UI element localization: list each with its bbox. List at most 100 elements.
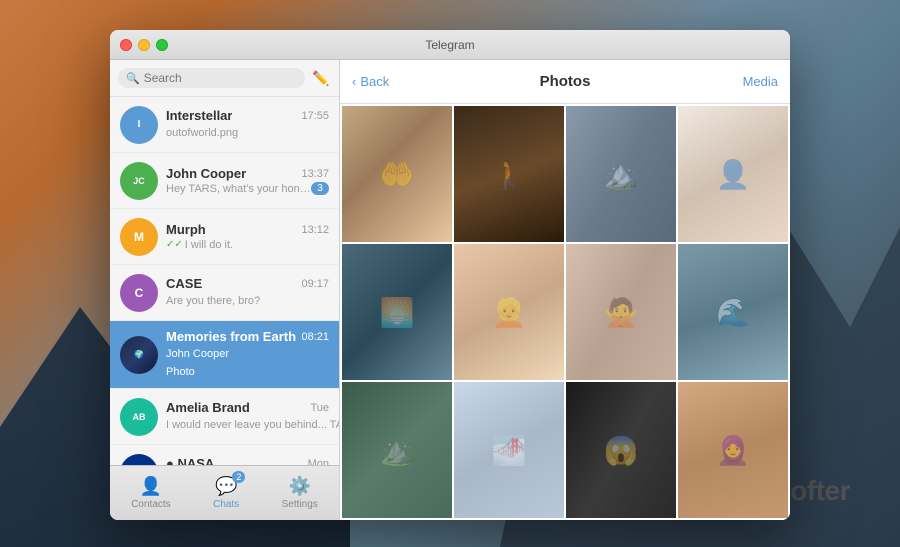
photo-cell-2[interactable]: 🚶: [454, 106, 564, 242]
chat-info-memories: Memories from Earth 08:21 John Cooper Ph…: [166, 329, 329, 380]
chat-header-interstellar: Interstellar 17:55: [166, 108, 329, 123]
maximize-button[interactable]: [156, 39, 168, 51]
chat-item-memories[interactable]: 🌍 Memories from Earth 08:21 John Cooper …: [110, 321, 339, 389]
photo-cell-12[interactable]: 🧕: [678, 382, 788, 518]
badge-john-cooper: 3: [311, 182, 329, 195]
avatar-john-cooper: JC: [120, 162, 158, 200]
nav-settings[interactable]: ⚙️ Settings: [267, 470, 333, 516]
photo-figure-12: 🧕: [678, 382, 788, 518]
photo-silhouette-11: 😱: [604, 434, 639, 467]
settings-icon: ⚙️: [289, 476, 311, 497]
app-window: Telegram 🔍 ✏️ I: [110, 30, 790, 520]
chat-header-murph: Murph 13:12: [166, 222, 329, 237]
photo-figure-5: 🌅: [342, 244, 452, 380]
photo-cell-3[interactable]: 🏔️: [566, 106, 676, 242]
avatar-amelia: AB: [120, 398, 158, 436]
photo-cell-1[interactable]: 🤲: [342, 106, 452, 242]
photo-figure-6: 👱: [454, 244, 564, 380]
photo-cell-4[interactable]: 👤: [678, 106, 788, 242]
back-button[interactable]: ‹ Back: [352, 74, 389, 89]
chat-header-memories: Memories from Earth 08:21: [166, 329, 329, 344]
chat-name-case: CASE: [166, 276, 202, 291]
search-bar: 🔍 ✏️: [110, 60, 339, 97]
chat-header-nasa: ● NASA Mon: [166, 456, 329, 465]
chat-info-interstellar: Interstellar 17:55 outofworld.png: [166, 108, 329, 141]
nav-chats-label: Chats: [213, 499, 239, 510]
chat-item-murph[interactable]: M Murph 13:12 ✓✓ I will do it.: [110, 209, 339, 265]
photo-silhouette-10: 🌁: [492, 434, 527, 467]
photo-figure-7: 🙅: [566, 244, 676, 380]
chat-header-case: CASE 09:17: [166, 276, 329, 291]
back-label: Back: [360, 74, 389, 89]
photo-silhouette-4: 👤: [716, 158, 751, 191]
chat-preview-memories-2: Photo: [166, 366, 195, 378]
photo-figure-1: 🤲: [342, 106, 452, 242]
chat-item-interstellar[interactable]: I Interstellar 17:55 outofworld.png: [110, 97, 339, 153]
photo-cell-8[interactable]: 🌊: [678, 244, 788, 380]
photo-figure-9: ⛰️: [342, 382, 452, 518]
chat-name-john-cooper: John Cooper: [166, 166, 246, 181]
avatar-nasa: NASA: [120, 454, 158, 466]
chat-header-amelia: Amelia Brand Tue: [166, 400, 329, 415]
search-input[interactable]: [144, 71, 297, 85]
photo-silhouette-2: 🚶: [492, 158, 527, 191]
photo-silhouette-5: 🌅: [380, 296, 415, 329]
chat-item-nasa[interactable]: NASA ● NASA Mon Ground control to Major …: [110, 445, 339, 465]
photos-panel: ‹ Back Photos Media 🤲 🚶: [340, 60, 790, 520]
chat-header-john-cooper: John Cooper 13:37: [166, 166, 329, 181]
photo-figure-2: 🚶: [454, 106, 564, 242]
avatar-case: C: [120, 274, 158, 312]
chat-preview-murph: I will do it.: [185, 239, 233, 251]
compose-button[interactable]: ✏️: [311, 68, 331, 88]
minimize-button[interactable]: [138, 39, 150, 51]
photo-silhouette-8: 🌊: [716, 296, 751, 329]
photo-silhouette-7: 🙅: [604, 296, 639, 329]
photo-cell-5[interactable]: 🌅: [342, 244, 452, 380]
photo-cell-9[interactable]: ⛰️: [342, 382, 452, 518]
nav-contacts[interactable]: 👤 Contacts: [116, 470, 185, 516]
chat-name-nasa: ● NASA: [166, 456, 214, 465]
chat-info-nasa: ● NASA Mon Ground control to Major Tom: [166, 456, 329, 465]
photos-header: ‹ Back Photos Media: [340, 60, 790, 104]
nav-chats[interactable]: 💬 2 Chats: [198, 470, 254, 516]
chat-preview-interstellar: outofworld.png: [166, 127, 238, 139]
photo-cell-11[interactable]: 😱: [566, 382, 676, 518]
chat-info-case: CASE 09:17 Are you there, bro?: [166, 276, 329, 309]
chat-preview-case: Are you there, bro?: [166, 295, 260, 307]
photo-grid: 🤲 🚶 🏔️ 👤: [340, 104, 790, 520]
chat-name-murph: Murph: [166, 222, 206, 237]
photo-cell-10[interactable]: 🌁: [454, 382, 564, 518]
close-button[interactable]: [120, 39, 132, 51]
photo-silhouette-12: 🧕: [716, 434, 751, 467]
chat-item-john-cooper[interactable]: JC John Cooper 13:37 Hey TARS, what's yo…: [110, 153, 339, 209]
photo-silhouette-3: 🏔️: [604, 158, 639, 191]
title-bar: Telegram: [110, 30, 790, 60]
nav-settings-label: Settings: [282, 499, 318, 510]
media-button[interactable]: Media: [743, 74, 778, 89]
chat-info-john-cooper: John Cooper 13:37 Hey TARS, what's your …: [166, 166, 329, 195]
chat-preview-amelia: I would never leave you behind... TARS: [166, 419, 339, 431]
photo-figure-8: 🌊: [678, 244, 788, 380]
sidebar: 🔍 ✏️ I Interstellar 17:55: [110, 60, 340, 520]
chat-item-amelia[interactable]: AB Amelia Brand Tue I would never leave …: [110, 389, 339, 445]
chats-badge: 2: [232, 471, 245, 483]
photo-cell-6[interactable]: 👱: [454, 244, 564, 380]
chat-list: I Interstellar 17:55 outofworld.png JC: [110, 97, 339, 465]
traffic-lights: [120, 39, 168, 51]
photo-figure-3: 🏔️: [566, 106, 676, 242]
chat-time-case: 09:17: [301, 278, 329, 290]
photo-cell-7[interactable]: 🙅: [566, 244, 676, 380]
chevron-left-icon: ‹: [352, 74, 356, 89]
chat-time-murph: 13:12: [301, 224, 329, 236]
nav-contacts-label: Contacts: [131, 499, 170, 510]
photo-silhouette-9: ⛰️: [380, 434, 415, 467]
photo-silhouette-6: 👱: [492, 296, 527, 329]
search-icon: 🔍: [126, 72, 140, 85]
chat-time-nasa: Mon: [308, 458, 329, 466]
photo-silhouette-1: 🤲: [380, 158, 415, 191]
chat-name-interstellar: Interstellar: [166, 108, 232, 123]
search-wrapper: 🔍: [118, 68, 305, 88]
chat-item-case[interactable]: C CASE 09:17 Are you there, bro?: [110, 265, 339, 321]
chat-info-amelia: Amelia Brand Tue I would never leave you…: [166, 400, 329, 433]
chat-time-interstellar: 17:55: [301, 110, 329, 122]
